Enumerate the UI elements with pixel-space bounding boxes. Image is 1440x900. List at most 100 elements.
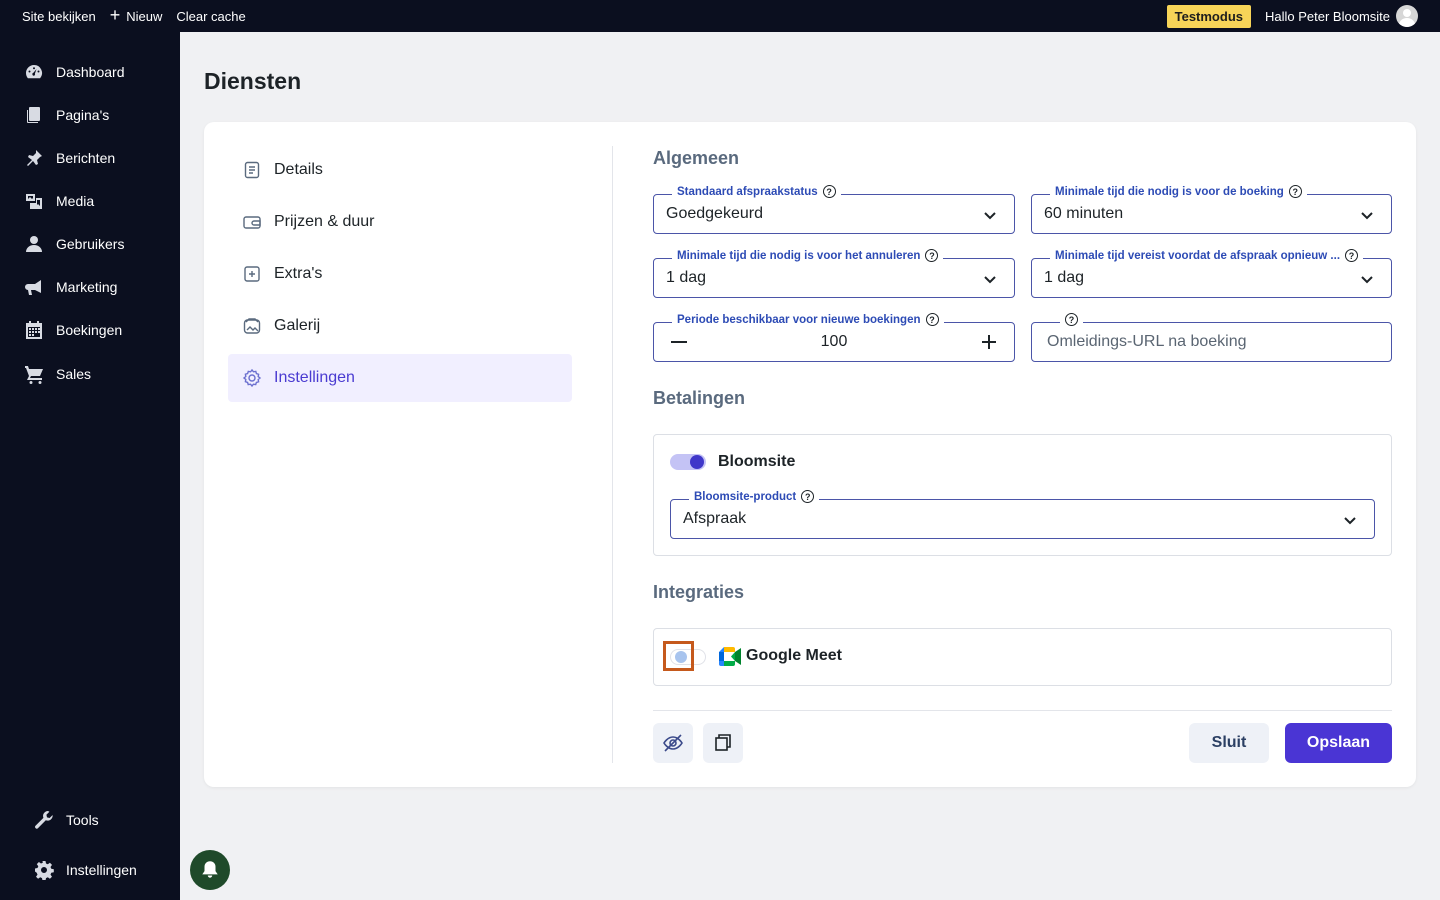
field-label: Standaard afspraakstatus? [672,185,841,198]
eye-off-icon [663,734,683,752]
tab-label: Extra's [274,265,323,282]
chevron-down-icon [984,212,996,220]
clear-cache-link[interactable]: Clear cache [176,9,245,24]
help-icon[interactable]: ? [822,185,836,198]
sidebar-item-label: Boekingen [56,322,123,338]
select-value: 1 dag [1044,269,1085,286]
select-value: 60 minuten [1044,205,1124,222]
stepper-value[interactable]: 100 [666,333,1002,351]
pages-icon [27,107,40,123]
sidebar-item-tools[interactable]: Tools [34,810,99,830]
gallery-icon [243,318,261,334]
view-site-link[interactable]: Site bekijken [22,9,96,24]
notifications-button[interactable] [190,850,230,890]
section-title-payments: Betalingen [653,388,746,408]
input-placeholder: Omleidings-URL na boeking [1047,333,1247,350]
avatar [1396,5,1418,27]
min-booking-time-select[interactable]: Minimale tijd die nodig is voor de boeki… [1031,185,1392,234]
sidebar-item-pages[interactable]: Pagina's [24,105,109,125]
sidebar-item-label: Tools [66,812,99,828]
sidebar-item-settings[interactable]: Instellingen [34,860,137,880]
minus-icon[interactable] [668,331,690,353]
tab-extras[interactable]: Extra's [228,250,572,298]
cart-icon [25,366,43,384]
document-icon [244,161,260,179]
sidebar-item-marketing[interactable]: Marketing [24,277,117,297]
help-icon[interactable]: ? [925,313,939,326]
new-menu[interactable]: + Nieuw [109,5,163,25]
new-label: Nieuw [126,8,163,24]
wallet-icon [243,216,261,229]
sidebar-item-label: Instellingen [66,862,137,878]
admin-topbar: Site bekijken + Nieuw Clear cache Testmo… [0,0,1440,32]
sidebar-item-label: Dashboard [56,64,125,80]
test-mode-badge[interactable]: Testmodus [1166,4,1251,28]
pin-icon [27,150,42,166]
dashboard-icon [26,64,43,79]
field-label: ? [1060,313,1083,326]
tab-settings[interactable]: Instellingen [228,354,572,402]
google-meet-icon [719,647,741,666]
select-value: Afspraak [683,510,747,527]
user-icon [26,236,42,252]
sidebar-item-label: Gebruikers [56,236,125,252]
min-cancel-time-select[interactable]: Minimale tijd die nodig is voor het annu… [653,249,1015,298]
sidebar-item-posts[interactable]: Berichten [24,148,115,168]
default-status-select[interactable]: Standaard afspraakstatus? Goedgekeurd [653,185,1015,234]
select-value: 1 dag [666,269,707,286]
field-label: Minimale tijd die nodig is voor de boeki… [1050,185,1307,198]
select-value: Goedgekeurd [666,205,763,222]
sidebar-item-sales[interactable]: Sales [24,364,91,384]
sidebar-item-dashboard[interactable]: Dashboard [24,62,125,82]
bloomsite-payment-toggle[interactable] [670,454,706,470]
payment-provider-label: Bloomsite [718,453,796,470]
google-meet-label: Google Meet [746,647,843,664]
gear-icon [242,368,262,388]
help-icon[interactable]: ? [1065,313,1078,326]
vertical-divider [612,146,613,763]
bloomsite-product-select[interactable]: Bloomsite-product? Afspraak [670,490,1375,539]
sidebar-item-users[interactable]: Gebruikers [24,234,124,254]
tab-label: Details [274,161,323,178]
page-title: Diensten [204,68,302,94]
tab-gallery[interactable]: Galerij [228,302,572,350]
field-label: Bloomsite-product? [689,490,820,503]
tab-details[interactable]: Details [228,146,572,194]
bell-icon [202,861,218,878]
help-icon[interactable]: ? [1345,249,1359,262]
account-menu[interactable]: Hallo Peter Bloomsite [1265,5,1418,27]
sidebar-item-label: Sales [56,366,92,382]
tab-prices-duration[interactable]: Prijzen & duur [228,198,572,246]
megaphone-icon [25,280,41,295]
chevron-down-icon [1344,517,1356,525]
wrench-icon [35,811,53,829]
media-icon [26,194,42,209]
plus-icon: + [109,5,121,25]
sidebar-item-bookings[interactable]: Boekingen [24,320,122,340]
chevron-down-icon [1361,276,1373,284]
sidebar-item-label: Berichten [56,150,116,166]
chevron-down-icon [1361,212,1373,220]
greeting-text: Hallo Peter Bloomsite [1265,8,1390,24]
save-button[interactable]: Opslaan [1285,723,1392,763]
tab-label: Prijzen & duur [274,213,375,230]
copy-icon [715,734,731,751]
field-label: Minimale tijd vereist voordat de afspraa… [1050,249,1364,262]
close-button[interactable]: Sluit [1189,723,1269,763]
min-reschedule-time-select[interactable]: Minimale tijd vereist voordat de afspraa… [1031,249,1392,298]
section-title-general: Algemeen [653,148,740,168]
sidebar-item-media[interactable]: Media [24,191,94,211]
sidebar-item-label: Media [56,193,95,209]
sidebar-item-label: Marketing [56,279,118,295]
help-icon[interactable]: ? [1288,185,1302,198]
duplicate-button[interactable] [703,723,743,763]
calendar-icon [26,321,42,339]
booking-period-stepper[interactable]: Periode beschikbaar voor nieuwe boekinge… [653,313,1015,362]
hide-button[interactable] [653,723,693,763]
chevron-down-icon [984,276,996,284]
help-icon[interactable]: ? [925,249,939,262]
sidebar-item-label: Pagina's [56,107,110,123]
redirect-url-input[interactable]: ? Omleidings-URL na boeking [1031,313,1392,362]
plus-icon[interactable] [978,331,1000,353]
help-icon[interactable]: ? [801,490,815,503]
